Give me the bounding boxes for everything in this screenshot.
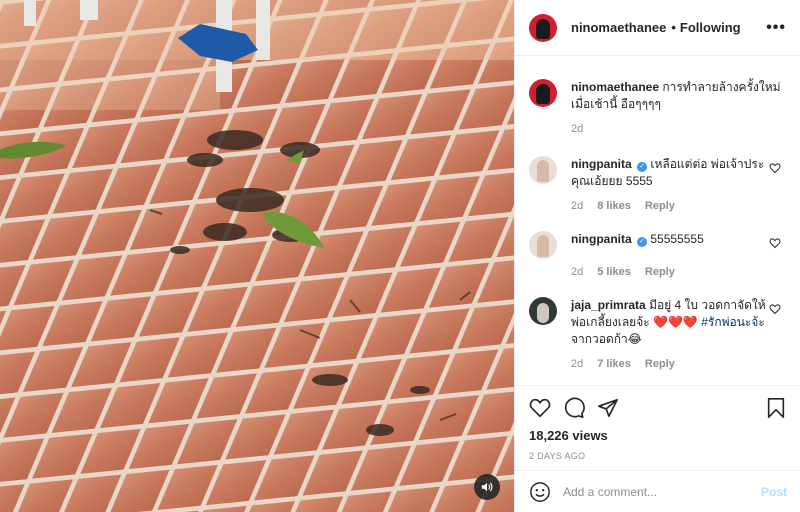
more-options-icon[interactable]: ••• [766, 19, 786, 37]
post-media[interactable] [0, 0, 514, 512]
heart-icon[interactable] [529, 397, 551, 419]
add-comment-bar: Post [515, 470, 800, 512]
post-actions: 18,226 views 2 DAYS AGO [515, 385, 800, 461]
post-comment-button[interactable]: Post [761, 485, 787, 499]
comment-likes[interactable]: 7 likes [597, 356, 631, 373]
comments-list: ninomaethanee การทำลายล้างครั้งใหม่เมื่อ… [515, 57, 800, 385]
comment-time[interactable]: 2d [571, 264, 583, 281]
comment-likes[interactable]: 8 likes [597, 198, 631, 215]
comment-likes[interactable]: 5 likes [597, 264, 631, 281]
hearts-emoji: ❤️❤️❤️ [653, 315, 698, 329]
like-comment-heart-icon[interactable] [769, 237, 781, 249]
following-button[interactable]: Following [680, 20, 741, 35]
avatar[interactable] [529, 156, 557, 184]
avatar[interactable] [529, 79, 557, 107]
hashtag-link[interactable]: #รักพ่อนะจ้ะ [701, 315, 765, 329]
post-date[interactable]: 2 DAYS AGO [529, 451, 787, 461]
reply-button[interactable]: Reply [645, 356, 675, 373]
list-item: ningpanita ✓ เหลือแต่ต่อ พ่อเจ้าประคุณเอ… [529, 156, 787, 215]
avatar[interactable] [529, 13, 557, 42]
reply-button[interactable]: Reply [645, 198, 675, 215]
comment-username[interactable]: ningpanita [571, 157, 632, 171]
post-header: ninomaethanee • Following ••• [515, 0, 800, 56]
comment-input[interactable] [563, 484, 743, 499]
post-side-panel: ninomaethanee • Following ••• ninomaetha… [514, 0, 800, 512]
sound-toggle-button[interactable] [474, 474, 500, 500]
sound-icon [481, 482, 493, 492]
like-comment-heart-icon[interactable] [769, 303, 781, 315]
comment-text-after: จากวอดก้า😂 [571, 332, 642, 346]
comment-time[interactable]: 2d [571, 356, 583, 373]
comment-username[interactable]: ningpanita [571, 232, 632, 246]
share-icon[interactable] [597, 397, 619, 419]
floor-photo [0, 0, 514, 512]
comment-time[interactable]: 2d [571, 198, 583, 215]
reply-button[interactable]: Reply [645, 264, 675, 281]
list-item: jaja_primrata มีอยู่ 4 ใบ วอดกาจัดให้พ่อ… [529, 297, 787, 373]
comment-text: 55555555 [650, 232, 704, 246]
list-item: ningpanita ✓ 55555555 2d 5 likes Reply [529, 231, 787, 281]
caption-item: ninomaethanee การทำลายล้างครั้งใหม่เมื่อ… [529, 79, 787, 138]
caption-username[interactable]: ninomaethanee [571, 80, 659, 94]
bookmark-icon[interactable] [765, 397, 787, 419]
emoji-icon[interactable] [529, 481, 551, 503]
comment-icon[interactable] [563, 397, 585, 419]
comment-username[interactable]: jaja_primrata [571, 298, 646, 312]
avatar[interactable] [529, 297, 557, 325]
avatar[interactable] [529, 231, 557, 259]
verified-badge-icon: ✓ [637, 162, 648, 172]
separator-dot: • [671, 20, 676, 35]
view-count[interactable]: 18,226 views [529, 428, 787, 443]
author-username[interactable]: ninomaethanee [571, 20, 666, 35]
verified-badge-icon: ✓ [637, 237, 648, 247]
like-comment-heart-icon[interactable] [769, 162, 781, 174]
post-viewer: ninomaethanee • Following ••• ninomaetha… [0, 0, 800, 512]
caption-time[interactable]: 2d [571, 121, 583, 138]
